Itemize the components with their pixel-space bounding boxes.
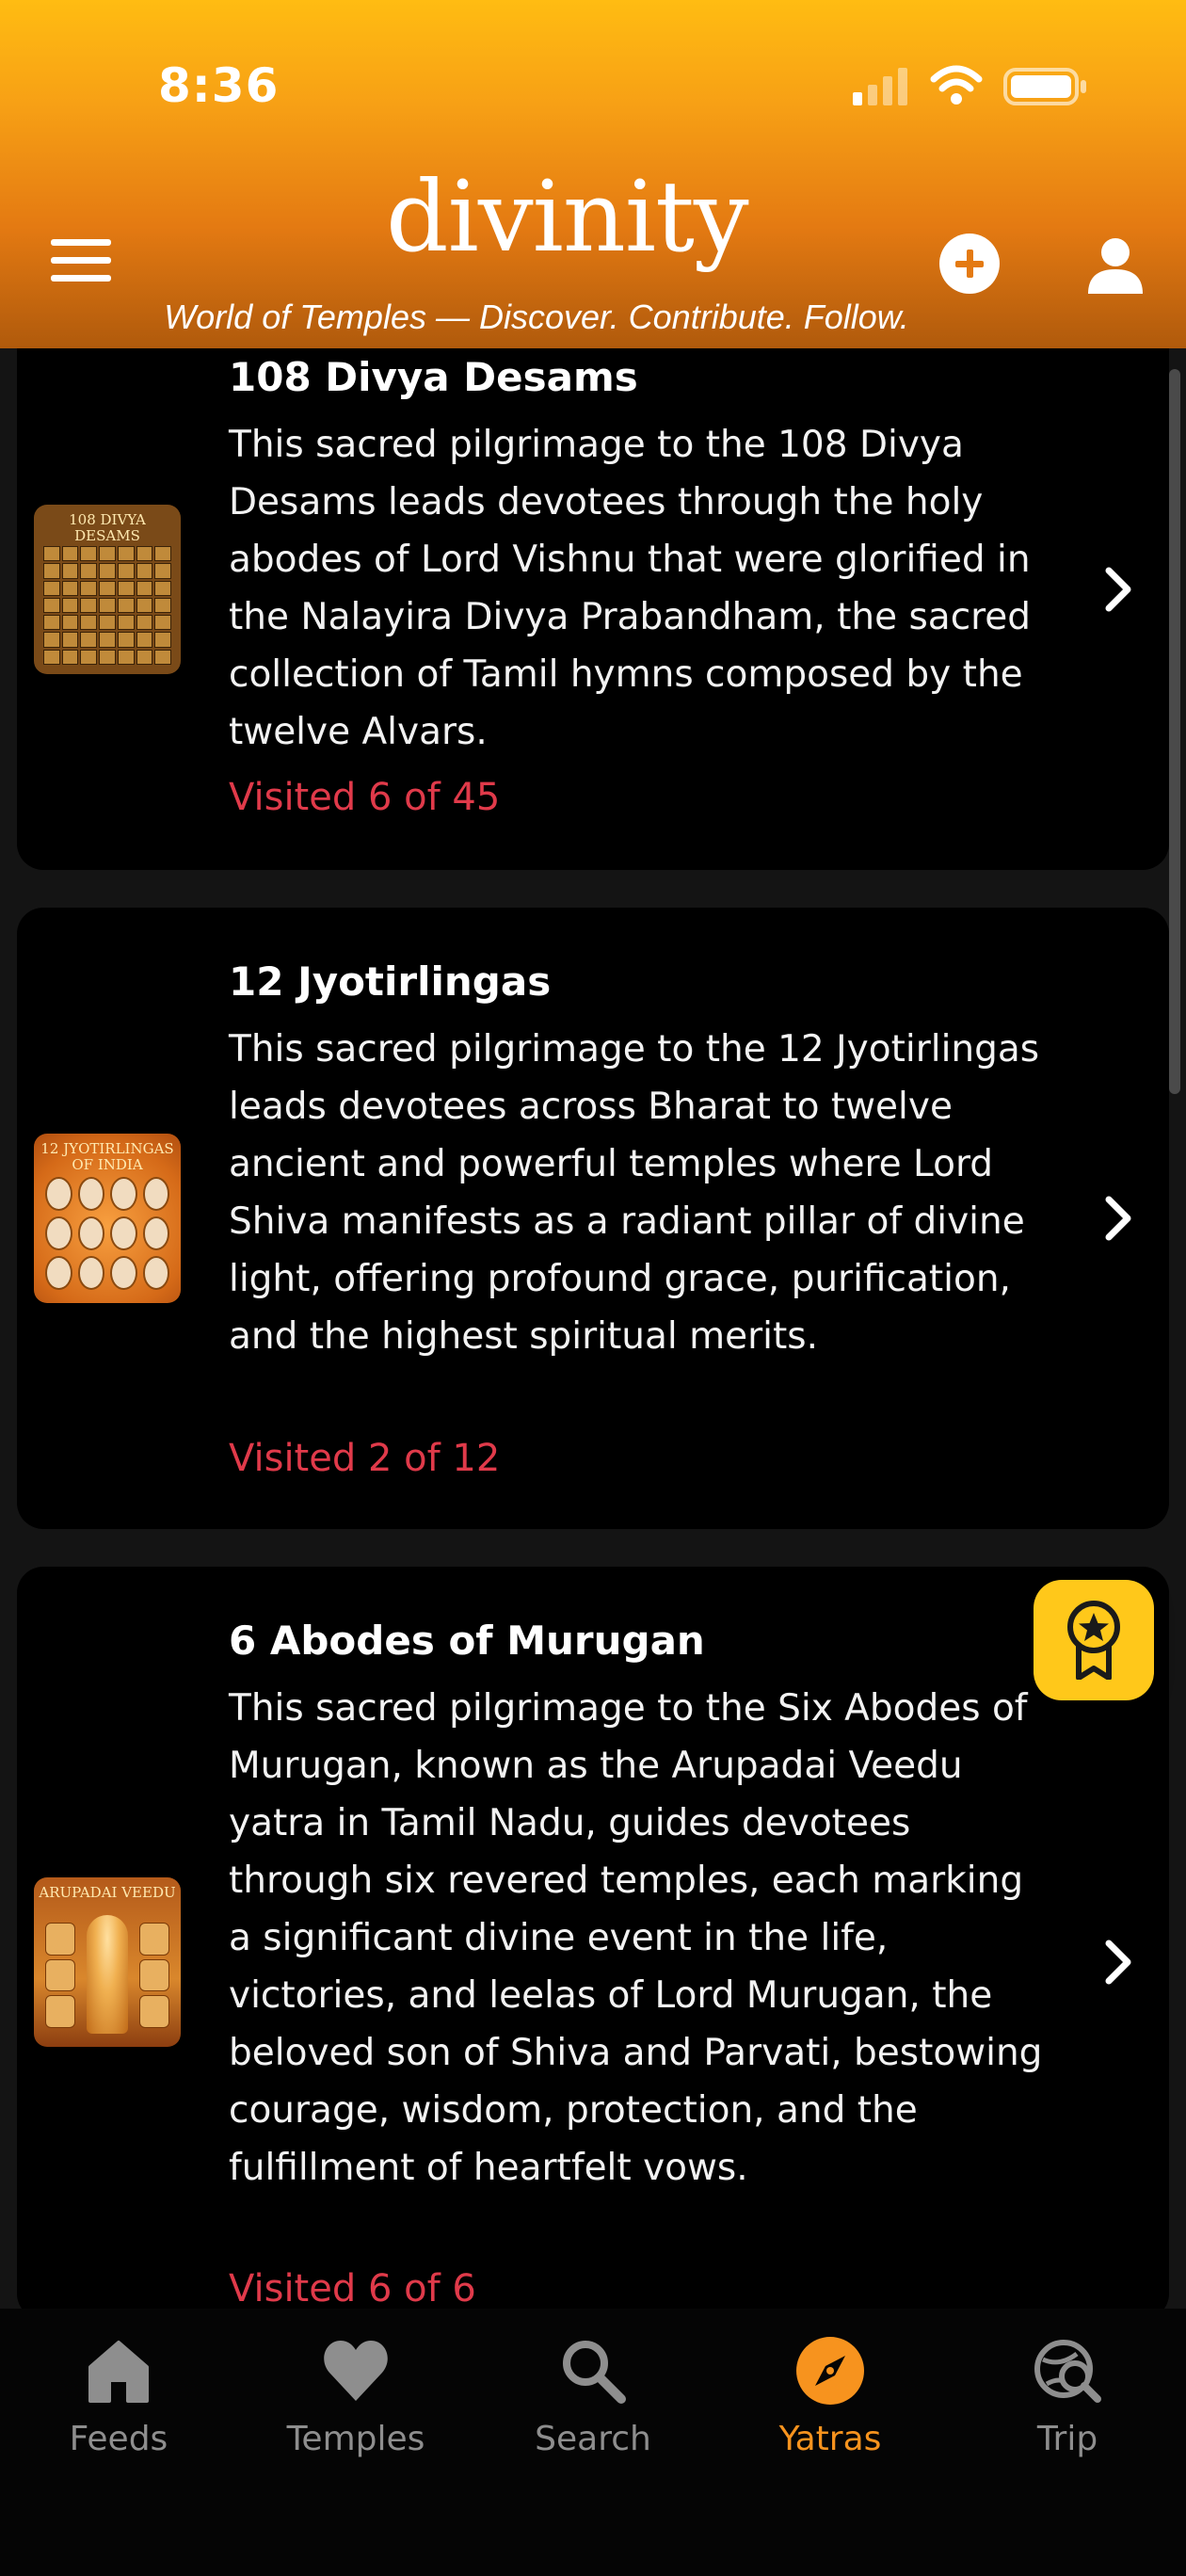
temple-grid-art <box>43 546 171 665</box>
menu-line <box>51 239 111 246</box>
menu-line <box>51 257 111 264</box>
search-icon <box>563 2341 626 2404</box>
bottom-navigation: Feeds Temples Search Yatras Trip <box>0 2309 1186 2576</box>
nav-label: Search <box>535 2420 651 2458</box>
yatra-description: This sacred pilgrimage to the 12 Jyotirl… <box>229 1028 1040 1358</box>
murugan-thumbnail: ARUPADAI VEEDU <box>34 1877 181 2047</box>
award-icon <box>1067 1601 1120 1680</box>
nav-tab-trip[interactable]: Trip <box>949 2335 1186 2458</box>
chevron-right-icon <box>1105 1940 1131 1985</box>
nav-tab-search[interactable]: Search <box>474 2335 712 2458</box>
jyotirlingas-thumbnail: 12 JYOTIRLINGAS OF INDIA <box>34 1134 181 1303</box>
menu-button[interactable] <box>51 239 111 288</box>
app-tagline: World of Temples — Discover. Contribute.… <box>164 298 909 336</box>
shrine-column-art <box>139 1923 169 2028</box>
yatras-screen: 8:36 divinity World of Temples — Discove… <box>0 0 1186 2576</box>
scrollbar[interactable] <box>1169 369 1180 1094</box>
thumbnail-caption: 108 DIVYA DESAMS <box>69 511 146 544</box>
home-icon <box>88 2341 149 2403</box>
lingam-grid-art <box>45 1177 169 1290</box>
yatra-card-divya-desams[interactable]: 108 DIVYA DESAMS 108 Divya Desams This s… <box>17 303 1169 870</box>
thumbnail-caption: 12 JYOTIRLINGAS OF INDIA <box>40 1140 174 1173</box>
visited-progress: Visited 2 of 12 <box>229 1437 501 1480</box>
heart-icon <box>324 2341 388 2401</box>
chevron-right-icon <box>1105 567 1131 612</box>
yatra-description: This sacred pilgrimage to the Six Abodes… <box>229 1687 1043 2189</box>
yatra-card-murugan[interactable]: ARUPADAI VEEDU 6 Abodes of Murugan This … <box>17 1567 1169 2320</box>
profile-icon[interactable] <box>1084 235 1146 294</box>
yatra-card-jyotirlingas[interactable]: 12 JYOTIRLINGAS OF INDIA 12 Jyotirlingas… <box>17 908 1169 1529</box>
yatra-title: 12 Jyotirlingas <box>229 958 552 1005</box>
globe-search-icon <box>1034 2340 1101 2403</box>
wifi-icon <box>930 65 983 105</box>
thumbnail-caption: ARUPADAI VEEDU <box>39 1884 176 1901</box>
add-icon-button[interactable] <box>939 233 1000 294</box>
yatra-title: 108 Divya Desams <box>229 354 638 400</box>
murugan-figure-art <box>87 1915 128 2034</box>
nav-tab-feeds[interactable]: Feeds <box>0 2335 237 2458</box>
nav-label: Temples <box>286 2420 425 2458</box>
status-time: 8:36 <box>158 58 280 113</box>
divinity-logo: divinity <box>386 159 749 274</box>
menu-line <box>51 275 111 282</box>
nav-label: Feeds <box>69 2420 168 2458</box>
compass-icon <box>796 2337 864 2405</box>
nav-label: Trip <box>1036 2420 1098 2458</box>
divya-desams-thumbnail: 108 DIVYA DESAMS <box>34 505 181 674</box>
nav-label: Yatras <box>778 2420 882 2458</box>
nav-tab-temples[interactable]: Temples <box>237 2335 474 2458</box>
visited-progress: Visited 6 of 45 <box>229 776 501 819</box>
yatra-description: This sacred pilgrimage to the 108 Divya … <box>229 424 1032 753</box>
achievements-badge-button[interactable] <box>1034 1580 1154 1700</box>
app-header: 8:36 divinity World of Temples — Discove… <box>0 0 1186 348</box>
yatra-title: 6 Abodes of Murugan <box>229 1618 705 1664</box>
battery-icon <box>1003 68 1086 105</box>
visited-progress: Visited 6 of 6 <box>229 2267 476 2310</box>
cellular-signal-icon <box>853 68 907 105</box>
nav-tab-yatras[interactable]: Yatras <box>712 2335 949 2458</box>
shrine-column-art <box>45 1923 75 2028</box>
chevron-right-icon <box>1105 1196 1131 1241</box>
